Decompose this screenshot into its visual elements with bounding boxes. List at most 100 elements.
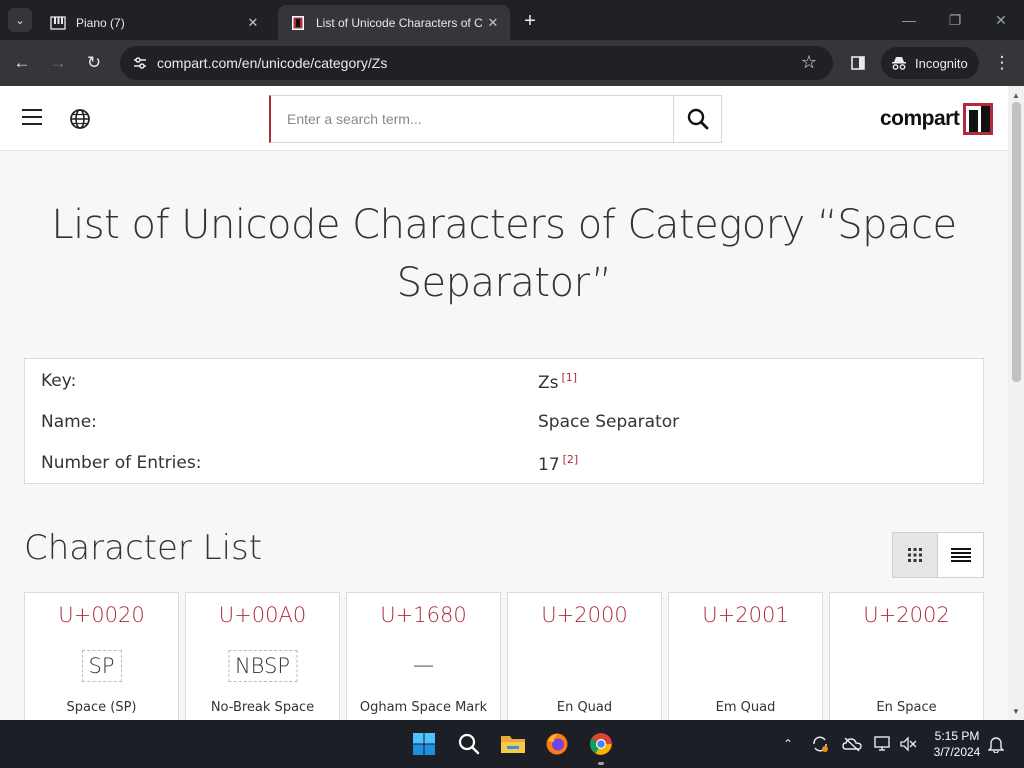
search-input[interactable] xyxy=(271,96,673,142)
reload-icon: ↻ xyxy=(86,53,102,72)
close-window-button[interactable]: ✕ xyxy=(987,8,1015,32)
back-button[interactable]: ← xyxy=(10,51,34,75)
info-row-key: Key: Zs [1] xyxy=(41,371,971,401)
info-row-entries: Number of Entries: 17 [2] xyxy=(41,453,971,483)
character-name: En Space xyxy=(876,700,937,715)
volume-muted-icon xyxy=(900,736,917,752)
character-card[interactable]: U+2001 Em Quad xyxy=(668,592,823,720)
browser-menu-button[interactable]: ⋮ xyxy=(990,51,1014,75)
tab-unicode-list[interactable]: List of Unicode Characters of Ca ✕ xyxy=(278,5,510,40)
scrollbar-thumb[interactable] xyxy=(1012,102,1021,382)
character-name: No-Break Space xyxy=(210,700,315,715)
tab-search-button[interactable]: ⌄ xyxy=(8,8,32,32)
taskbar: ⌃ 5:15 PM 3/7/2024 xyxy=(0,720,1024,768)
forward-button[interactable]: → xyxy=(46,51,70,75)
reload-button[interactable]: ↻ xyxy=(82,51,106,75)
code-point: U+1680 xyxy=(380,603,467,627)
code-point: U+2000 xyxy=(541,603,628,627)
view-toggle xyxy=(892,532,984,578)
page-scrollbar[interactable]: ▲ ▼ xyxy=(1008,86,1024,720)
tab-piano[interactable]: Piano (7) ✕ xyxy=(38,5,270,40)
category-info-table: Key: Zs [1] Name: Space Separator Number … xyxy=(24,358,984,484)
incognito-badge[interactable]: Incognito xyxy=(881,47,979,79)
close-icon[interactable]: ✕ xyxy=(242,12,264,34)
site-search-field[interactable] xyxy=(269,95,674,143)
bookmark-button[interactable]: ☆ xyxy=(797,50,821,74)
firefox-icon xyxy=(546,733,568,755)
start-button[interactable] xyxy=(410,730,438,758)
file-explorer-button[interactable] xyxy=(499,730,527,758)
onedrive-button[interactable] xyxy=(842,734,862,754)
scroll-up-icon[interactable]: ▲ xyxy=(1008,88,1024,102)
info-row-name: Name: Space Separator xyxy=(41,412,971,442)
character-name: Ogham Space Mark xyxy=(359,700,488,715)
windows-logo-icon xyxy=(413,733,435,755)
folder-icon xyxy=(501,736,525,753)
arrow-right-icon: → xyxy=(49,53,67,72)
new-tab-button[interactable]: + xyxy=(518,9,542,33)
character-glyph xyxy=(901,650,913,656)
character-glyph: NBSP xyxy=(227,650,298,682)
info-value: Space Separator xyxy=(538,412,680,432)
page-viewport: compart List of Unicode Characters of Ca… xyxy=(0,86,1008,720)
chevron-down-icon: ⌄ xyxy=(15,14,25,27)
show-hidden-icons-button[interactable]: ⌃ xyxy=(778,734,798,754)
compart-favicon-icon xyxy=(292,15,304,30)
network-button[interactable] xyxy=(873,734,893,754)
search-button[interactable] xyxy=(673,95,722,143)
menu-icon[interactable] xyxy=(22,109,42,127)
plus-icon: + xyxy=(524,9,536,32)
piano-icon xyxy=(50,15,66,30)
sync-icon xyxy=(813,736,828,752)
grid-view-button[interactable] xyxy=(893,533,939,577)
network-icon xyxy=(874,736,890,751)
scroll-down-icon[interactable]: ▼ xyxy=(1008,704,1024,718)
character-card[interactable]: U+2000 En Quad xyxy=(507,592,662,720)
minimize-button[interactable]: — xyxy=(895,8,923,32)
character-glyph: — xyxy=(413,653,434,677)
character-card[interactable]: U+0020 SP Space (SP) xyxy=(24,592,179,720)
footnote-link[interactable]: [2] xyxy=(563,453,579,466)
character-card[interactable]: U+2002 En Space xyxy=(829,592,984,720)
chrome-icon xyxy=(590,733,612,755)
side-panel-icon xyxy=(851,56,865,70)
taskbar-clock[interactable]: 5:15 PM 3/7/2024 xyxy=(926,728,988,760)
list-view-button[interactable] xyxy=(938,533,983,577)
volume-button[interactable] xyxy=(898,734,918,754)
restore-button[interactable]: ❐ xyxy=(941,8,969,32)
code-point: U+0020 xyxy=(58,603,145,627)
chevron-up-icon: ⌃ xyxy=(782,737,794,751)
taskbar-search-button[interactable] xyxy=(455,730,483,758)
bell-icon xyxy=(988,737,1004,753)
clock-date: 3/7/2024 xyxy=(933,745,981,759)
notifications-button[interactable] xyxy=(986,734,1006,754)
code-point: U+2001 xyxy=(702,603,789,627)
chrome-button[interactable] xyxy=(587,730,615,758)
character-name: Space (SP) xyxy=(66,700,137,715)
footnote-link[interactable]: [1] xyxy=(562,371,578,384)
close-icon[interactable]: ✕ xyxy=(482,12,504,34)
tab-title: Piano (7) xyxy=(76,15,125,30)
cloud-offline-icon xyxy=(842,737,862,752)
sync-status-button[interactable] xyxy=(810,734,830,754)
url-text[interactable]: compart.com/en/unicode/category/Zs xyxy=(157,55,387,71)
code-point: U+00A0 xyxy=(218,603,307,627)
restore-icon: ❐ xyxy=(948,11,962,28)
character-name: Em Quad xyxy=(715,700,776,715)
compart-logo[interactable]: compart xyxy=(880,102,994,136)
side-panel-button[interactable] xyxy=(846,51,870,75)
address-bar[interactable]: compart.com/en/unicode/category/Zs ☆ xyxy=(120,46,833,80)
logo-wordmark: compart xyxy=(880,107,960,130)
chrome-running-indicator xyxy=(598,762,604,765)
tab-title: List of Unicode Characters of Ca xyxy=(316,15,482,30)
grid-icon xyxy=(908,548,922,562)
info-label: Name: xyxy=(41,412,97,432)
character-glyph xyxy=(579,650,591,656)
info-value: Zs [1] xyxy=(538,371,578,393)
character-card[interactable]: U+1680 — Ogham Space Mark xyxy=(346,592,501,720)
globe-icon[interactable] xyxy=(69,108,91,130)
site-info-button[interactable] xyxy=(128,51,152,75)
section-title: Character List xyxy=(24,528,263,568)
firefox-button[interactable] xyxy=(543,730,571,758)
character-card[interactable]: U+00A0 NBSP No-Break Space xyxy=(185,592,340,720)
